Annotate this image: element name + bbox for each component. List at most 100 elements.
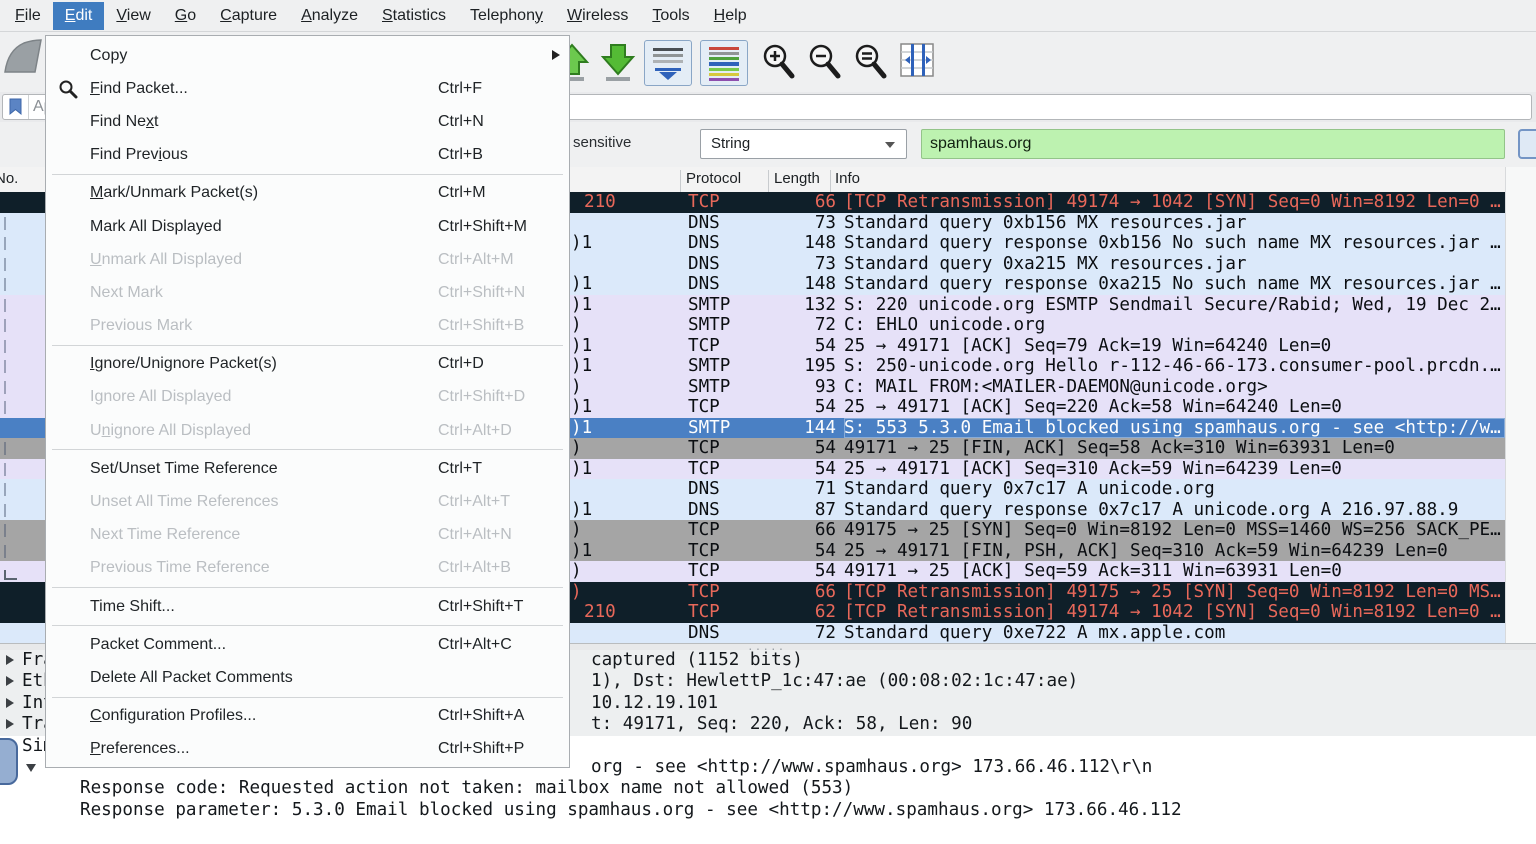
detail-field-row[interactable]: Response parameter: 5.3.0 Email blocked … <box>0 800 1536 821</box>
protocol-cell: TCP <box>688 561 720 581</box>
find-input[interactable]: spamhaus.org <box>921 129 1505 159</box>
menu-item-preferences[interactable]: Preferences... Ctrl+Shift+P <box>46 733 569 766</box>
menubar-item-telephony[interactable]: Telephony <box>458 2 555 30</box>
menu-item-label: Ignore/Unignore Packet(s) <box>90 355 277 373</box>
menu-item-label: Preferences... <box>90 740 190 758</box>
menu-item-mark-unmark-packet-s[interactable]: Mark/Unmark Packet(s) Ctrl+M <box>46 177 569 210</box>
menu-item-next-mark[interactable]: Next Mark Ctrl+Shift+N <box>46 276 569 309</box>
menu-item-label: Find Packet... <box>90 79 188 97</box>
menu-item-label: Time Shift... <box>90 597 175 615</box>
column-no[interactable]: No. <box>0 170 18 187</box>
menu-item-label: Set/Unset Time Reference <box>90 459 278 477</box>
menubar-item-edit[interactable]: Edit <box>52 1 105 30</box>
stream-tick <box>4 319 6 332</box>
menubar-item-analyze[interactable]: Analyze <box>289 2 370 30</box>
column-length[interactable]: Length <box>774 170 820 187</box>
menu-item-mark-all-displayed[interactable]: Mark All Displayed Ctrl+Shift+M <box>46 210 569 243</box>
menu-item-unignore-all-displayed[interactable]: Unignore All Displayed Ctrl+Alt+D <box>46 414 569 447</box>
menu-item-label: Find Previous <box>90 146 188 164</box>
menu-item-shortcut: Ctrl+B <box>438 146 483 164</box>
length-cell: 73 <box>814 212 836 233</box>
info-cell: Standard query response 0x7c17 A unicode… <box>844 499 1459 520</box>
go-next-packet-icon[interactable] <box>598 42 638 84</box>
info-cell: 25 → 49171 [ACK] Seq=79 Ack=19 Win=64240… <box>844 335 1332 356</box>
colorize-icon[interactable] <box>700 40 748 86</box>
bookmark-icon[interactable] <box>3 95 29 119</box>
destination-fragment: )1 <box>571 233 593 253</box>
menu-item-packet-comment[interactable]: Packet Comment... Ctrl+Alt+C <box>46 628 569 661</box>
stream-tick <box>4 339 6 353</box>
menubar-item-view[interactable]: View <box>104 2 162 30</box>
menu-separator <box>52 587 563 588</box>
menubar-item-tools[interactable]: Tools <box>640 2 701 30</box>
detail-tail-fragment: 1), Dst: HewlettP_1c:47:ae (00:08:02:1c:… <box>591 671 1079 692</box>
stream-tick <box>4 442 6 455</box>
menubar-item-capture[interactable]: Capture <box>208 2 289 30</box>
menu-item-label: Previous Time Reference <box>90 559 270 577</box>
menu-item-find-next[interactable]: Find Next Ctrl+N <box>46 105 569 138</box>
menu-item-unmark-all-displayed[interactable]: Unmark All Displayed Ctrl+Alt+M <box>46 243 569 276</box>
zoom-in-icon[interactable] <box>760 42 798 82</box>
menu-item-delete-all-packet-comments[interactable]: Delete All Packet Comments <box>46 661 569 694</box>
length-cell: 195 <box>804 356 836 376</box>
menu-item-shortcut: Ctrl+Shift+D <box>438 388 526 406</box>
case-sensitive-label[interactable]: sensitive <box>573 134 631 151</box>
destination-fragment: )1 <box>571 274 593 294</box>
edit-menu: Copy Find Packet... Ctrl+F Find Next Ctrl+N F… <box>45 35 570 768</box>
menu-item-find-previous[interactable]: Find Previous Ctrl+B <box>46 139 569 172</box>
menu-item-unset-all-time-references[interactable]: Unset All Time References Ctrl+Alt+T <box>46 485 569 518</box>
column-info[interactable]: Info <box>835 170 860 187</box>
resize-columns-icon[interactable] <box>898 40 936 82</box>
menu-item-shortcut: Ctrl+N <box>438 112 484 130</box>
search-type-dropdown[interactable]: String <box>700 129 907 159</box>
expand-arrow-icon[interactable] <box>6 655 14 665</box>
menu-item-set-unset-time-reference[interactable]: Set/Unset Time Reference Ctrl+T <box>46 452 569 485</box>
destination-fragment: )1 <box>571 458 593 479</box>
menu-item-time-shift[interactable]: Time Shift... Ctrl+Shift+T <box>46 590 569 623</box>
stream-tick <box>4 401 6 414</box>
auto-scroll-icon[interactable] <box>644 40 692 86</box>
destination-fragment: )1 <box>571 397 593 417</box>
stream-tick <box>4 257 6 271</box>
menu-item-shortcut: Ctrl+Alt+N <box>438 526 512 544</box>
menu-separator <box>52 173 563 175</box>
expand-arrow-icon[interactable] <box>6 697 14 708</box>
info-cell: [TCP Retransmission] 49175 → 25 [SYN] Se… <box>844 581 1501 602</box>
menubar-item-help[interactable]: Help <box>702 2 759 30</box>
menubar-item-statistics[interactable]: Statistics <box>370 2 458 30</box>
info-cell: C: EHLO unicode.org <box>844 315 1046 335</box>
detail-field-row[interactable]: Response code: Requested action not take… <box>0 778 1536 799</box>
menu-item-previous-time-reference[interactable]: Previous Time Reference Ctrl+Alt+B <box>46 552 569 585</box>
packet-list-scrollbar[interactable] <box>1505 167 1536 643</box>
expand-arrow-icon[interactable] <box>6 676 14 687</box>
menubar-item-go[interactable]: Go <box>163 2 208 30</box>
find-input-value: spamhaus.org <box>930 135 1032 152</box>
menu-item-label: Mark All Displayed <box>90 217 222 235</box>
expand-arrow-icon[interactable] <box>6 719 14 730</box>
find-button[interactable] <box>1518 129 1536 159</box>
zoom-out-icon[interactable] <box>806 42 844 82</box>
menu-item-configuration-profiles[interactable]: Configuration Profiles... Ctrl+Shift+A <box>46 700 569 733</box>
menu-item-label: Ignore All Displayed <box>90 388 232 406</box>
protocol-cell: TCP <box>688 581 720 602</box>
menu-item-ignore-all-displayed[interactable]: Ignore All Displayed Ctrl+Shift+D <box>46 381 569 414</box>
menu-item-copy[interactable]: Copy <box>46 39 569 72</box>
menubar-item-file[interactable]: File <box>3 2 53 30</box>
menubar-item-wireless[interactable]: Wireless <box>555 2 640 30</box>
menu-item-previous-mark[interactable]: Previous Mark Ctrl+Shift+B <box>46 310 569 343</box>
stream-tick <box>4 380 6 394</box>
search-type-value: String <box>711 135 751 152</box>
menu-item-next-time-reference[interactable]: Next Time Reference Ctrl+Alt+N <box>46 519 569 552</box>
collapse-arrow-icon[interactable] <box>26 764 36 772</box>
column-protocol[interactable]: Protocol <box>686 170 741 187</box>
menu-item-ignore-unignore-packet-s[interactable]: Ignore/Unignore Packet(s) Ctrl+D <box>46 348 569 381</box>
menu-item-shortcut: Ctrl+Alt+T <box>438 493 511 511</box>
zoom-original-icon[interactable] <box>852 42 890 82</box>
destination-fragment: )1 <box>571 356 593 376</box>
submenu-arrow-icon <box>552 50 560 60</box>
protocol-cell: DNS <box>688 274 720 294</box>
menu-item-find-packet[interactable]: Find Packet... Ctrl+F <box>46 72 569 105</box>
stream-tick <box>4 360 6 373</box>
wireshark-fin-icon[interactable] <box>2 38 44 76</box>
length-cell: 66 <box>814 192 836 212</box>
